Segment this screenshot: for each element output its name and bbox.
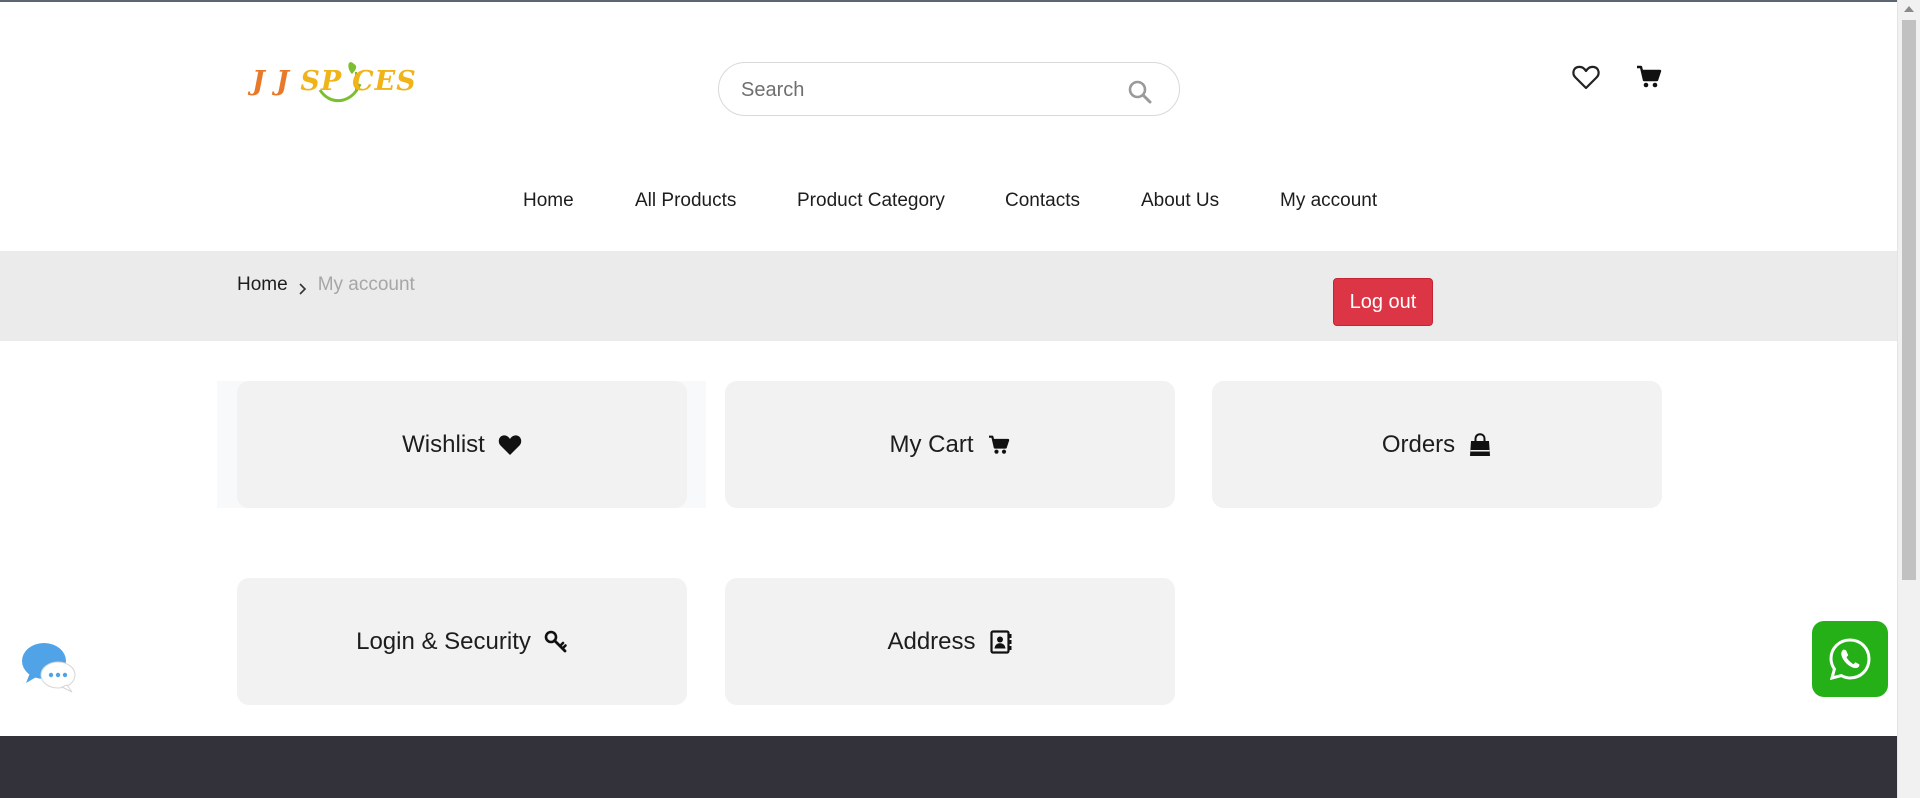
logo-text-part3: CES	[352, 66, 417, 97]
key-icon	[544, 630, 568, 654]
logo-text-part2: SP	[300, 66, 343, 97]
cart-icon	[987, 433, 1011, 457]
card-label: Login & Security	[356, 627, 531, 655]
breadcrumb-bar: Home My account Log out	[0, 251, 1898, 341]
search-input[interactable]	[739, 75, 1103, 105]
nav-item-product-category[interactable]: Product Category	[797, 190, 945, 212]
card-label: Wishlist	[402, 430, 485, 458]
card-label: My Cart	[889, 430, 974, 458]
site-logo[interactable]: J J SP CES	[252, 54, 422, 106]
breadcrumb: Home My account	[237, 274, 415, 296]
wishlist-heart-icon[interactable]	[1571, 62, 1601, 92]
search-bar	[718, 62, 1180, 116]
logo-text-part1: J J	[252, 66, 301, 97]
logout-button[interactable]: Log out	[1333, 278, 1433, 326]
orders-card[interactable]: Orders	[1212, 381, 1662, 508]
nav-item-contacts[interactable]: Contacts	[1005, 190, 1080, 212]
nav-item-all-products[interactable]: All Products	[635, 190, 736, 212]
page-scrollbar[interactable]	[1897, 0, 1920, 798]
address-book-icon	[989, 629, 1013, 654]
main-nav: Home All Products Product Category Conta…	[0, 190, 1898, 214]
window-top-border	[0, 0, 1898, 2]
search-icon[interactable]	[1127, 79, 1153, 105]
my-cart-card[interactable]: My Cart	[725, 381, 1175, 508]
footer	[0, 736, 1898, 798]
chat-bubbles-icon	[22, 643, 76, 693]
chat-widget-button[interactable]	[20, 637, 78, 695]
nav-item-home[interactable]: Home	[523, 190, 574, 212]
scroll-up-arrow-icon[interactable]	[1904, 6, 1914, 12]
cart-icon[interactable]	[1634, 62, 1664, 92]
shopping-bag-icon	[1468, 432, 1492, 457]
breadcrumb-home-link[interactable]: Home	[237, 274, 288, 296]
nav-item-my-account[interactable]: My account	[1280, 190, 1377, 212]
wishlist-card[interactable]: Wishlist	[237, 381, 687, 508]
card-label: Address	[887, 627, 976, 655]
chevron-right-icon	[298, 279, 308, 295]
whatsapp-icon	[1829, 638, 1871, 681]
breadcrumb-current: My account	[317, 274, 415, 295]
logo-text: J J SP CES	[252, 66, 417, 97]
heart-icon	[498, 433, 522, 457]
whatsapp-button[interactable]	[1812, 621, 1888, 697]
card-label: Orders	[1381, 430, 1456, 458]
scrollbar-thumb[interactable]	[1902, 20, 1916, 580]
address-card[interactable]: Address	[725, 578, 1175, 705]
login-security-card[interactable]: Login & Security	[237, 578, 687, 705]
nav-item-about-us[interactable]: About Us	[1141, 190, 1219, 212]
